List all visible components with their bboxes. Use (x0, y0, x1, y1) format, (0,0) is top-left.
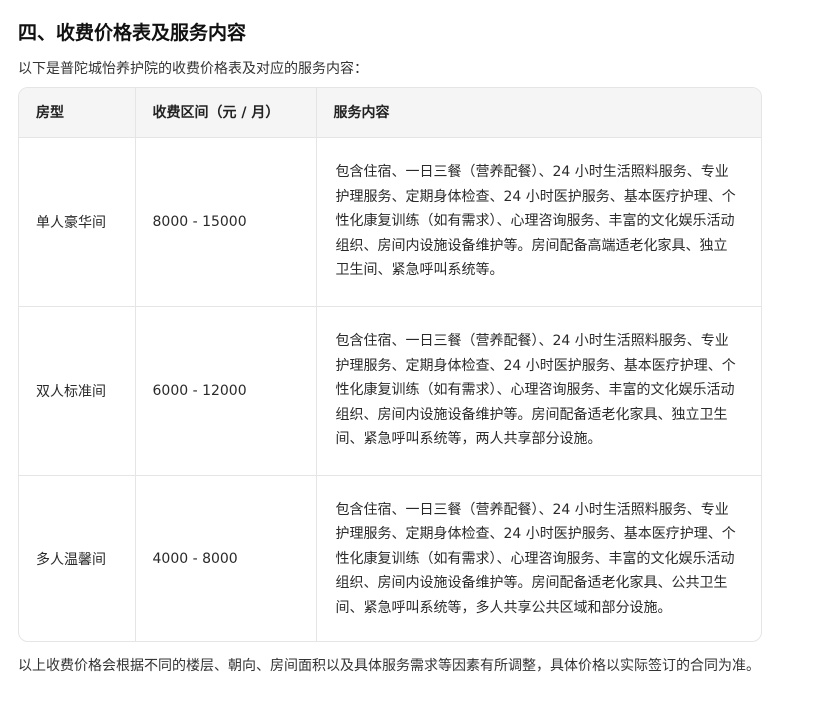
table-row: 双人标准间 6000 - 12000 包含住宿、一日三餐（营养配餐）、24 小时… (19, 306, 761, 476)
price-range-cell: 6000 - 12000 (135, 306, 317, 476)
section-heading: 四、收费价格表及服务内容 (18, 22, 247, 44)
room-type-cell: 双人标准间 (19, 306, 136, 476)
header-price-range: 收费区间（元 / 月） (135, 88, 317, 138)
room-type-cell: 单人豪华间 (19, 137, 136, 307)
intro-text: 以下是普陀城怡养护院的收费价格表及对应的服务内容： (18, 61, 368, 77)
price-table: 房型 收费区间（元 / 月） 服务内容 单人豪华间 8000 - 15000 包… (19, 88, 761, 641)
table-row: 多人温馨间 4000 - 8000 包含住宿、一日三餐（营养配餐）、24 小时生… (19, 475, 761, 641)
price-range-cell: 8000 - 15000 (135, 137, 317, 307)
room-type-cell: 多人温馨间 (19, 475, 136, 641)
services-cell: 包含住宿、一日三餐（营养配餐）、24 小时生活照料服务、专业护理服务、定期身体检… (316, 306, 761, 476)
price-table-container: 房型 收费区间（元 / 月） 服务内容 单人豪华间 8000 - 15000 包… (18, 87, 762, 642)
services-cell: 包含住宿、一日三餐（营养配餐）、24 小时生活照料服务、专业护理服务、定期身体检… (316, 137, 761, 307)
table-row: 单人豪华间 8000 - 15000 包含住宿、一日三餐（营养配餐）、24 小时… (19, 137, 761, 307)
services-cell: 包含住宿、一日三餐（营养配餐）、24 小时生活照料服务、专业护理服务、定期身体检… (335, 501, 736, 616)
footer-note: 以上收费价格会根据不同的楼层、朝向、房间面积以及具体服务需求等因素有所调整，具体… (18, 658, 760, 674)
table-header-row: 房型 收费区间（元 / 月） 服务内容 (19, 88, 761, 138)
price-range-cell: 4000 - 8000 (135, 475, 317, 641)
header-room-type: 房型 (19, 88, 136, 138)
header-services: 服务内容 (316, 88, 761, 138)
